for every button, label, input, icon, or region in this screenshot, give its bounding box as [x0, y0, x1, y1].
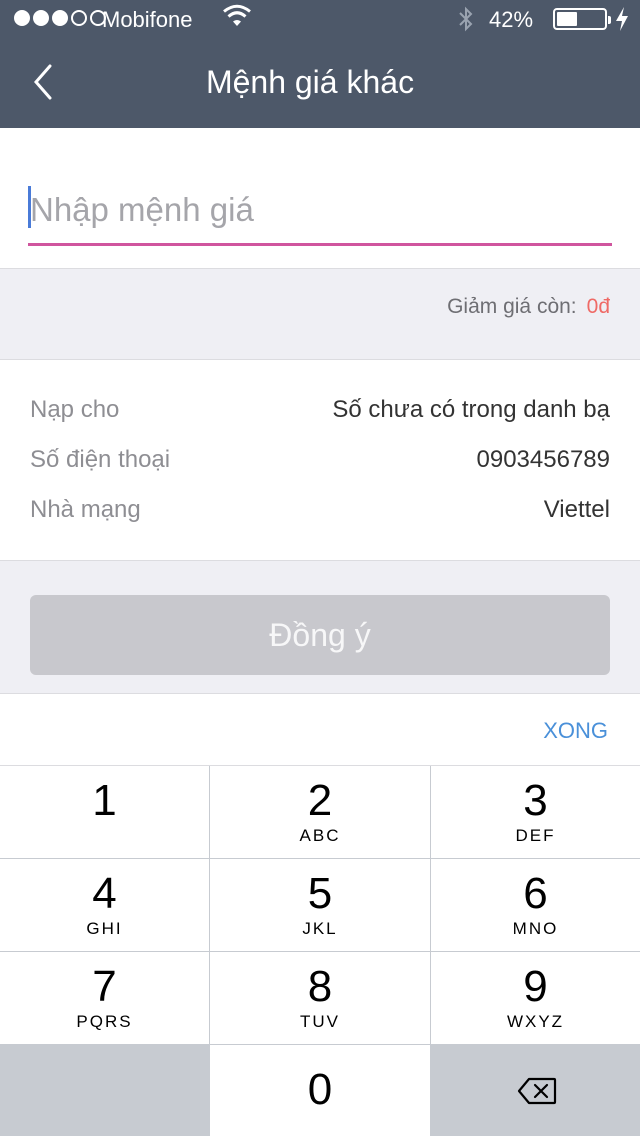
info-row-phone: Số điện thoại 0903456789 [30, 446, 610, 486]
bluetooth-icon [459, 6, 473, 32]
recharge-info: Nạp cho Số chưa có trong danh bạ Số điện… [0, 360, 640, 560]
info-value: Số chưa có trong danh bạ [332, 396, 610, 423]
text-cursor [28, 186, 31, 228]
info-label: Số điện thoại [30, 446, 171, 473]
delete-key[interactable] [431, 1045, 640, 1136]
confirm-button[interactable]: Đồng ý [30, 595, 610, 675]
page-title: Mệnh giá khác [205, 64, 415, 100]
info-row-network: Nhà mạng Viettel [30, 496, 610, 536]
discount-info: Giảm giá còn: 0đ [447, 295, 610, 319]
amount-field[interactable] [28, 180, 612, 246]
key-blank [0, 1045, 209, 1136]
wifi-icon [223, 4, 251, 26]
signal-strength-icon [14, 10, 106, 26]
amount-input[interactable] [28, 180, 612, 240]
carrier-name: Mobifone [102, 7, 193, 32]
battery-percent: 42% [489, 7, 534, 32]
key-0[interactable]: 0 [210, 1045, 430, 1136]
input-underline [28, 243, 612, 246]
discount-value: 0đ [586, 295, 610, 318]
status-bar: Mobifone 42% [0, 0, 640, 40]
key-5[interactable]: 5 JKL [210, 859, 430, 951]
key-7[interactable]: 7 PQRS [0, 952, 209, 1044]
info-value: 0903456789 [476, 446, 610, 473]
discount-section: Giảm giá còn: 0đ [0, 268, 640, 360]
info-value: Viettel [543, 496, 610, 523]
key-3[interactable]: 3 DEF [431, 766, 640, 858]
key-2[interactable]: 2 ABC [210, 766, 430, 858]
info-label: Nạp cho [30, 396, 120, 423]
discount-label: Giảm giá còn: [447, 295, 577, 318]
done-button[interactable]: XONG [543, 718, 608, 744]
key-1[interactable]: 1 [0, 766, 209, 858]
top-bar: Mobifone 42% Mệnh giá khác [0, 0, 640, 128]
keyboard-toolbar: XONG [0, 694, 640, 766]
key-6[interactable]: 6 MNO [431, 859, 640, 951]
info-label: Nhà mạng [30, 496, 141, 523]
key-9[interactable]: 9 WXYZ [431, 952, 640, 1044]
key-4[interactable]: 4 GHI [0, 859, 209, 951]
charging-icon [616, 7, 628, 31]
info-row-recipient: Nạp cho Số chưa có trong danh bạ [30, 396, 610, 436]
backspace-icon [517, 1077, 557, 1105]
key-8[interactable]: 8 TUV [210, 952, 430, 1044]
confirm-section: Đồng ý [0, 560, 640, 694]
battery-icon [553, 8, 611, 30]
numeric-keypad: 1 2 ABC 3 DEF 4 GHI 5 JKL 6 MNO 7 PQRS 8… [0, 766, 640, 1136]
